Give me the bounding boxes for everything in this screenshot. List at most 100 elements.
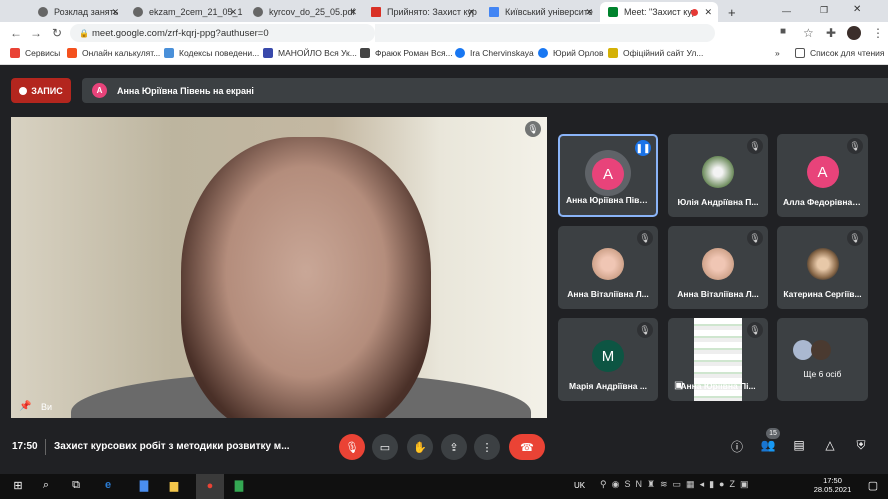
tab-title: Розклад занять xyxy=(54,7,119,17)
mic-off-button[interactable]: 🎙 xyxy=(339,434,365,460)
more-bookmarks-button[interactable]: » xyxy=(775,48,780,58)
participant-tile[interactable]: 🎙 Анна Віталіївна Л... xyxy=(668,226,768,309)
notifications-icon[interactable]: ▢ xyxy=(865,479,881,495)
tab-meet[interactable]: Meet: "Захист кур ✕ xyxy=(600,2,718,22)
reading-list-button[interactable]: Список для чтения xyxy=(795,48,885,58)
camera-button[interactable]: ▭ xyxy=(372,434,398,460)
tab-strip: Розклад занять ✕ ekzam_2cem_21_05_1 ✕ kyrc… xyxy=(0,0,888,22)
info-button[interactable]: ⓘ xyxy=(728,438,746,456)
tab-favicon-icon xyxy=(38,7,48,17)
close-icon[interactable]: ✕ xyxy=(467,7,475,18)
bookmark[interactable]: Кодексы поведени... xyxy=(164,48,259,58)
participants-button[interactable]: 👥 xyxy=(759,438,777,456)
avatar: А xyxy=(92,83,107,98)
participant-tile[interactable]: 🎙 М Марія Андріївна ... xyxy=(558,318,658,401)
reload-button[interactable]: ↻ xyxy=(52,26,62,40)
new-tab-button[interactable]: + xyxy=(724,2,744,22)
mic-off-icon: 🎙 xyxy=(525,121,541,137)
tab-gmail[interactable]: Прийнято: Захист кур ✕ xyxy=(363,2,481,22)
presenting-text: Анна Юріївна Півень на екрані xyxy=(117,85,254,96)
present-button[interactable]: ⇪ xyxy=(441,434,467,460)
edge-icon[interactable]: e xyxy=(100,479,116,495)
forward-button[interactable]: → xyxy=(30,26,42,40)
bookmark[interactable]: Ira Chervinskaya xyxy=(455,48,534,58)
activities-button[interactable]: △ xyxy=(821,438,839,456)
participant-tile[interactable]: 🎙 Юлія Андріївна П... xyxy=(668,134,768,217)
bookmark[interactable]: Фраюк Роман Вся... xyxy=(360,48,453,58)
avatar-photo xyxy=(592,248,624,280)
close-icon[interactable]: ✕ xyxy=(585,7,593,18)
tab-ekzam[interactable]: ekzam_2cem_21_05_1 ✕ xyxy=(125,2,243,22)
chat-button[interactable]: ▤ xyxy=(790,438,808,456)
extensions-icon[interactable]: ✚ xyxy=(826,26,836,40)
participant-tile[interactable]: Ще 6 осіб xyxy=(777,318,868,401)
tab-title: Прийнято: Захист кур xyxy=(387,7,477,17)
avatar-photo xyxy=(702,248,734,280)
chrome-icon[interactable]: ● xyxy=(196,474,224,499)
window-close-button[interactable]: ✕ xyxy=(853,4,861,15)
close-icon[interactable]: ✕ xyxy=(704,7,712,18)
participant-tile[interactable]: 🎙 ▣ Анна Юріївна Пі... xyxy=(668,318,768,401)
bookmark[interactable]: МАНОЙЛО Вся Ук... xyxy=(263,48,357,58)
search-icon[interactable]: ⌕ xyxy=(38,479,54,495)
meet-icon xyxy=(608,7,618,17)
minimize-button[interactable]: — xyxy=(782,6,791,16)
globe-icon xyxy=(133,7,143,17)
avatar xyxy=(811,340,831,360)
file-explorer-icon[interactable]: ▆ xyxy=(166,479,182,495)
recording-dot-icon xyxy=(691,8,698,16)
raise-hand-button[interactable]: ✋ xyxy=(407,434,433,460)
menu-icon[interactable]: ⋮ xyxy=(872,26,884,40)
participant-name: Алла Федорівна І... xyxy=(783,197,865,207)
host-controls-button[interactable]: ⛨ xyxy=(852,438,870,456)
participant-tile[interactable]: 🎙 А Алла Федорівна І... xyxy=(777,134,868,217)
maximize-button[interactable]: ❐ xyxy=(820,5,828,16)
avatar: М xyxy=(592,340,624,372)
speaking-icon: ❚❚ xyxy=(635,140,651,156)
tab-calendar[interactable]: Київський університе ✕ xyxy=(481,2,599,22)
tray-icons[interactable]: ⚲◉SN♜≋▭▦◂▮●Z▣ xyxy=(600,479,753,490)
camera-icon[interactable]: ■ xyxy=(780,26,786,37)
profile-avatar[interactable] xyxy=(847,26,861,40)
mic-off-icon: 🎙 xyxy=(847,138,863,154)
pin-icon[interactable]: 📌 xyxy=(19,401,31,412)
bookmarks-bar: Сервисы Онлайн калькулят... Кодексы пове… xyxy=(0,44,888,65)
task-view-icon[interactable]: ⧉ xyxy=(68,479,84,495)
close-icon[interactable]: ✕ xyxy=(111,7,119,18)
participant-tile[interactable]: 🎙 Анна Віталіївна Л... xyxy=(558,226,658,309)
recording-label: ЗАПИС xyxy=(31,85,63,96)
close-icon[interactable]: ✕ xyxy=(349,7,357,18)
mic-off-icon: 🎙 xyxy=(637,322,653,338)
sheets-icon[interactable]: ▇ xyxy=(231,479,247,495)
clock[interactable]: 17:50 28.05.2021 xyxy=(810,476,855,494)
bookmark[interactable]: Офіційний сайт Ул... xyxy=(608,48,703,58)
tab-title: Київський університе xyxy=(505,7,593,17)
participant-tile[interactable]: ❚❚ А Анна Юріївна Півень xyxy=(558,134,658,217)
back-button[interactable]: ← xyxy=(10,26,22,40)
star-icon[interactable]: ☆ xyxy=(803,26,814,40)
url-text: meet.google.com/zrf-kqrj-ppg?authuser=0 xyxy=(92,27,269,39)
docs-icon[interactable]: ▇ xyxy=(136,479,152,495)
tab-rozklad[interactable]: Розклад занять ✕ xyxy=(30,2,125,22)
meeting-time: 17:50 xyxy=(12,441,38,452)
gmail-icon xyxy=(371,7,381,17)
url-input[interactable]: 🔒 meet.google.com/zrf-kqrj-ppg?authuser=0 xyxy=(70,24,375,42)
language-indicator[interactable]: UK xyxy=(574,481,585,490)
participant-tile[interactable]: 🎙 Катерина Сергіїв... xyxy=(777,226,868,309)
more-options-button[interactable]: ⋮ xyxy=(474,434,500,460)
meeting-title[interactable]: Захист курсових робіт з методики розвитк… xyxy=(54,441,290,452)
divider xyxy=(45,439,46,455)
presenting-banner: А Анна Юріївна Півень на екрані xyxy=(82,78,888,103)
globe-icon xyxy=(253,7,263,17)
close-icon[interactable]: ✕ xyxy=(229,7,237,18)
tab-kyrcov[interactable]: kyrcov_do_25_05.pdf ✕ xyxy=(245,2,363,22)
participant-name: Анна Юріївна Півень xyxy=(566,195,655,205)
windows-start-icon[interactable]: ⊞ xyxy=(10,479,26,495)
bookmark[interactable]: Онлайн калькулят... xyxy=(67,48,160,58)
bookmark[interactable]: Сервисы xyxy=(10,48,60,58)
more-participants-label: Ще 6 осіб xyxy=(803,369,842,379)
self-label: Ви xyxy=(41,402,53,412)
end-call-button[interactable]: ☎ xyxy=(509,434,545,460)
recording-badge[interactable]: ЗАПИС xyxy=(11,78,71,103)
bookmark[interactable]: Юрий Орлов xyxy=(538,48,604,58)
